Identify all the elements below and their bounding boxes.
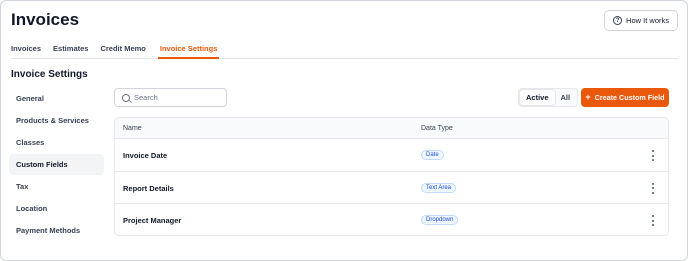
table-row[interactable]: Invoice Date Date xyxy=(115,139,668,172)
data-type-badge: Text Area xyxy=(421,182,457,193)
app-window: Invoices ? How It works Invoices Estimat… xyxy=(0,0,688,261)
table-header: Name Data Type xyxy=(115,118,668,139)
search-input[interactable] xyxy=(134,93,224,102)
tab-credit-memo[interactable]: Credit Memo xyxy=(100,37,145,59)
sidebar-item-general[interactable]: General xyxy=(9,88,104,109)
search-icon xyxy=(122,93,130,102)
table-row[interactable]: Report Details Text Area xyxy=(115,172,668,204)
column-header-name: Name xyxy=(123,125,142,132)
tab-invoices[interactable]: Invoices xyxy=(11,37,41,59)
create-custom-field-button[interactable]: + Create Custom Field xyxy=(581,88,669,107)
how-it-works-label: How It works xyxy=(626,16,669,25)
search-box xyxy=(114,88,227,107)
row-menu-icon[interactable] xyxy=(651,150,655,161)
row-menu-icon[interactable] xyxy=(651,182,655,194)
data-type-badge: Date xyxy=(421,150,444,160)
sidebar-item-products-services[interactable]: Products & Services xyxy=(9,110,104,131)
tab-invoice-settings[interactable]: Invoice Settings xyxy=(157,37,220,59)
page-title: Invoices xyxy=(11,10,80,29)
table-row[interactable]: Project Manager Dropdown xyxy=(115,204,668,235)
plus-icon: + xyxy=(585,92,591,102)
column-header-data-type: Data Type xyxy=(421,125,453,132)
sidebar-item-custom-fields[interactable]: Custom Fields xyxy=(9,154,104,175)
field-name: Report Details xyxy=(123,183,174,193)
data-type-badge: Dropdown xyxy=(421,215,459,225)
custom-fields-table: Name Data Type Invoice Date Date Report … xyxy=(114,117,669,236)
sidebar-item-classes[interactable]: Classes xyxy=(9,132,104,153)
section-title: Invoice Settings xyxy=(11,69,88,80)
tab-bar: Invoices Estimates Credit Memo Invoice S… xyxy=(11,37,678,59)
field-name: Project Manager xyxy=(123,216,182,225)
row-menu-icon[interactable] xyxy=(651,215,655,226)
status-filter-toggle: Active All xyxy=(518,88,579,107)
sidebar-item-payment-methods[interactable]: Payment Methods xyxy=(9,220,104,241)
filter-all[interactable]: All xyxy=(555,90,577,105)
how-it-works-button[interactable]: ? How It works xyxy=(604,10,678,31)
settings-sidebar: General Products & Services Classes Cust… xyxy=(9,88,104,242)
tab-estimates[interactable]: Estimates xyxy=(53,37,88,59)
field-name: Invoice Date xyxy=(123,151,168,160)
sidebar-item-location[interactable]: Location xyxy=(9,198,104,219)
filter-active[interactable]: Active xyxy=(520,90,555,105)
sidebar-item-tax[interactable]: Tax xyxy=(9,176,104,197)
question-circle-icon: ? xyxy=(613,16,623,25)
create-custom-field-label: Create Custom Field xyxy=(594,93,665,102)
